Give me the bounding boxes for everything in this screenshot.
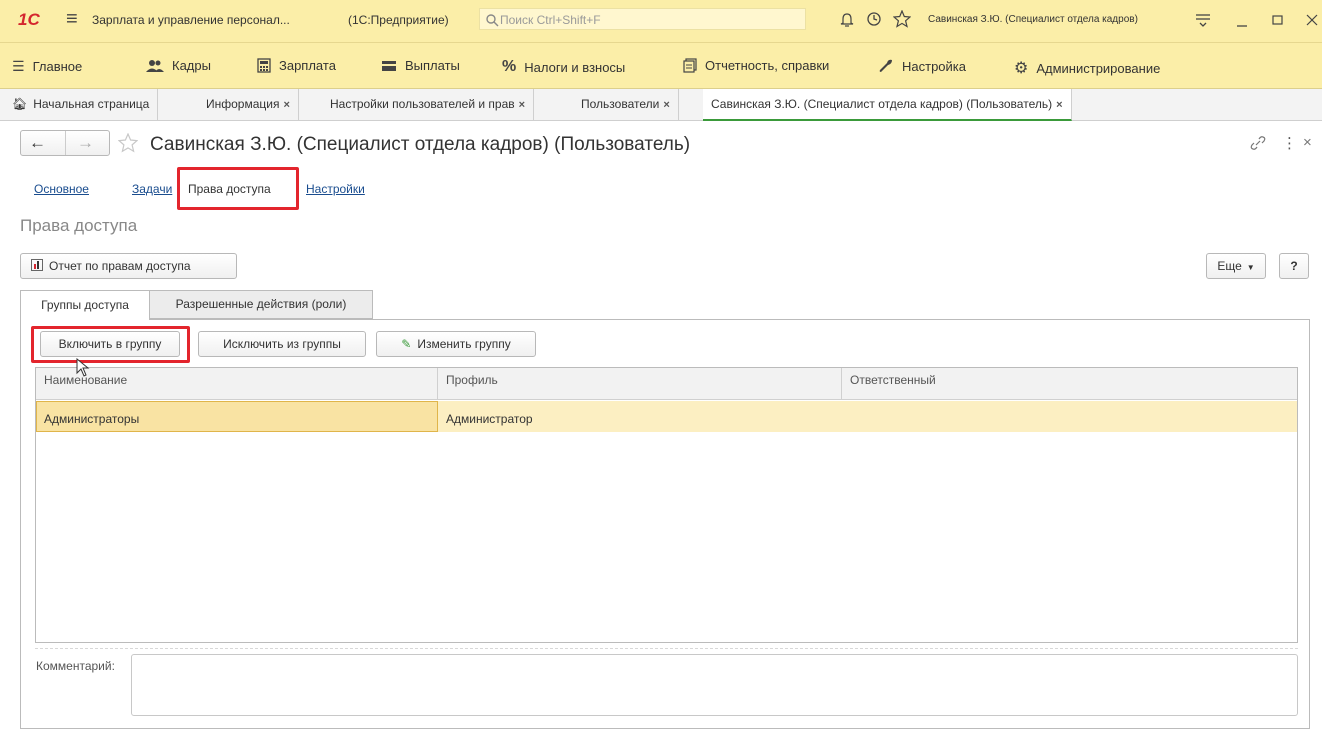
help-button[interactable]: ? <box>1279 253 1309 279</box>
comment-label: Комментарий: <box>36 659 115 673</box>
close-tab-icon[interactable]: × <box>283 99 289 111</box>
close-form-icon[interactable]: × <box>1303 134 1312 151</box>
home-icon: 🏠︎ <box>12 97 28 111</box>
main-menu-icon[interactable]: ≡ <box>66 8 78 31</box>
tab-information[interactable]: Информация × <box>198 89 299 121</box>
menu-item-salary[interactable]: Зарплата <box>257 58 336 73</box>
maximize-icon[interactable] <box>1272 14 1284 26</box>
close-tab-icon[interactable]: × <box>663 99 669 111</box>
forward-arrow-icon[interactable]: → <box>77 133 94 153</box>
menu-item-administration[interactable]: ⚙ Администрирование <box>1014 58 1160 78</box>
wrench-icon <box>879 59 892 72</box>
section-heading: Права доступа <box>20 216 138 235</box>
pencil-icon: ✎ <box>401 337 412 351</box>
back-arrow-icon[interactable]: ← <box>29 133 46 153</box>
calculator-icon <box>257 58 271 73</box>
column-header-profile[interactable]: Профиль <box>446 373 498 387</box>
section-link-tasks[interactable]: Задачи <box>132 182 172 196</box>
documents-icon <box>683 58 697 73</box>
current-user[interactable]: Савинская З.Ю. (Специалист отдела кадров… <box>928 14 1138 25</box>
cell-profile: Администратор <box>446 412 533 426</box>
tab-current-user[interactable]: Савинская З.Ю. (Специалист отдела кадров… <box>703 89 1072 121</box>
table-header <box>36 368 1297 400</box>
title-bar: 1С ≡ Зарплата и управление персонал... (… <box>0 0 1322 43</box>
inner-tab-groups[interactable]: Группы доступа <box>20 290 150 320</box>
bell-icon[interactable] <box>840 12 854 28</box>
close-window-icon[interactable] <box>1306 14 1318 26</box>
access-report-button[interactable]: Отчет по правам доступа <box>20 253 237 279</box>
percent-icon: % <box>502 58 517 75</box>
cell-name: Администраторы <box>44 412 140 426</box>
section-link-settings[interactable]: Настройки <box>306 182 365 196</box>
people-icon <box>146 59 164 72</box>
more-actions-icon[interactable]: ⋮ <box>1282 134 1297 152</box>
platform-label: (1С:Предприятие) <box>348 13 449 27</box>
more-button[interactable]: Еще ▼ <box>1206 253 1266 279</box>
highlight-frame <box>31 326 190 363</box>
app-title: Зарплата и управление персонал... <box>92 13 290 27</box>
close-tab-icon[interactable]: × <box>1056 99 1062 111</box>
column-header-responsible[interactable]: Ответственный <box>850 373 936 387</box>
history-icon[interactable] <box>866 11 882 27</box>
report-icon <box>31 259 43 271</box>
minimize-icon[interactable] <box>1236 16 1248 28</box>
favorite-star-icon[interactable] <box>118 133 138 153</box>
edit-group-button[interactable]: ✎ Изменить группу <box>376 331 536 357</box>
link-icon[interactable] <box>1250 135 1266 151</box>
section-link-main[interactable]: Основное <box>34 182 89 196</box>
menu-item-personnel[interactable]: Кадры <box>146 58 211 73</box>
wallet-icon <box>382 60 396 71</box>
chevron-down-icon: ▼ <box>1246 263 1255 272</box>
nav-buttons: ← → <box>20 130 110 156</box>
exclude-from-group-button[interactable]: Исключить из группы <box>198 331 366 357</box>
gear-icon: ⚙ <box>1014 60 1029 77</box>
menu-item-main[interactable]: ☰ Главное <box>12 58 82 75</box>
tab-user-rights-settings[interactable]: Настройки пользователей и прав × <box>322 89 535 121</box>
inner-tab-roles[interactable]: Разрешенные действия (роли) <box>149 290 373 319</box>
search-placeholder: Поиск Ctrl+Shift+F <box>500 13 601 27</box>
app-logo: 1С <box>18 10 40 29</box>
settings-menu-icon[interactable] <box>1195 13 1211 27</box>
menu-item-payments[interactable]: Выплаты <box>381 58 460 73</box>
search-icon <box>486 14 499 27</box>
highlight-frame <box>177 167 299 210</box>
menu-lines-icon: ☰ <box>12 58 25 74</box>
tab-home[interactable]: 🏠︎ Начальная страница <box>0 89 159 121</box>
menu-item-reports[interactable]: Отчетность, справки <box>683 58 829 73</box>
search-input[interactable]: Поиск Ctrl+Shift+F <box>479 8 806 30</box>
menu-item-taxes[interactable]: % Налоги и взносы <box>502 58 625 76</box>
menu-item-settings[interactable]: Настройка <box>878 58 966 74</box>
mouse-cursor-icon <box>76 358 90 377</box>
favorites-star-icon[interactable] <box>893 10 911 28</box>
page-title: Савинская З.Ю. (Специалист отдела кадров… <box>150 134 691 155</box>
comment-field[interactable] <box>131 654 1298 716</box>
close-tab-icon[interactable]: × <box>519 99 525 111</box>
tab-users[interactable]: Пользователи × <box>573 89 679 121</box>
